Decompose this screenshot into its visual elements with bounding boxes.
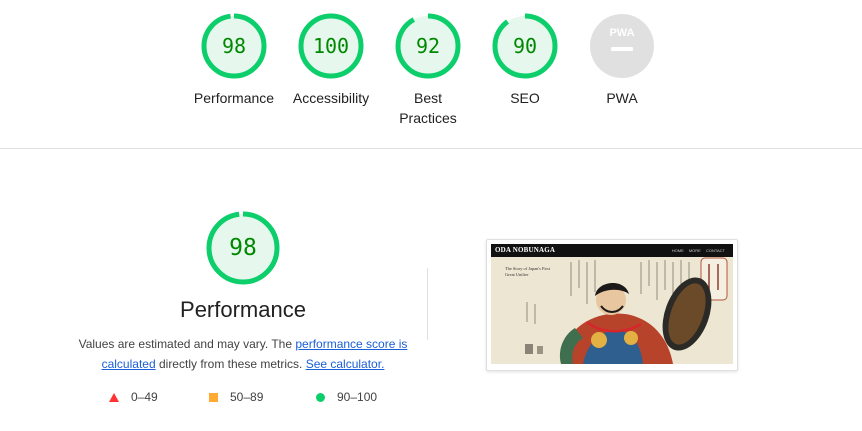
legend-range: 90–100 (337, 390, 378, 404)
performance-section: 98 Performance Values are estimated and … (68, 210, 418, 374)
desc-text: directly from these metrics. (155, 357, 306, 371)
gauge-accessibility[interactable]: 100 Accessibility (281, 12, 381, 108)
legend-item-average: 50–89 (209, 389, 263, 405)
final-screenshot[interactable]: ODA NOBUNAGA HOME MORE CONTACT The Story… (486, 239, 738, 371)
see-calculator-link[interactable]: See calculator. (306, 357, 385, 371)
triangle-icon (109, 393, 119, 403)
legend-range: 0–49 (131, 390, 158, 404)
legend-range: 50–89 (230, 390, 264, 404)
gauge-score: 98 (221, 34, 247, 58)
pwa-badge-text: PWA (609, 27, 634, 39)
performance-gauge: 98 (205, 210, 281, 286)
gauge-seo[interactable]: 90 SEO (475, 12, 575, 108)
performance-title: Performance (180, 297, 306, 322)
square-icon (209, 393, 218, 403)
gauge-performance[interactable]: 98 Performance (184, 12, 284, 108)
gauge-best-practices[interactable]: 92 Best Practices (378, 12, 478, 128)
screenshot-tagline: The Story of Japan's First Great Unifier (505, 266, 550, 277)
gauge-score: 90 (512, 34, 538, 58)
gauge-label: SEO (510, 90, 540, 106)
legend-item-pass: 90–100 (316, 389, 377, 405)
screenshot-navbar: ODA NOBUNAGA HOME MORE CONTACT (491, 244, 733, 257)
category-gauges: 98 Performance 100 Accessibility 92 Best… (0, 12, 862, 142)
gauge-label: Performance (193, 90, 275, 106)
score-legend: 0–49 50–89 90–100 (100, 389, 420, 405)
gauge-pwa[interactable]: PWA PWA (572, 12, 672, 108)
ukiyo-e-illustration-icon (491, 244, 733, 364)
pwa-badge-icon: PWA (590, 14, 654, 78)
performance-description: Values are estimated and may vary. The p… (68, 334, 418, 374)
vertical-divider (427, 268, 428, 340)
gauge-label: Best Practices (399, 90, 457, 126)
gauge-label: PWA (606, 90, 638, 106)
desc-text: Values are estimated and may vary. The (78, 337, 296, 351)
gauge-score: 92 (415, 34, 441, 58)
gauge-score: 100 (312, 34, 350, 58)
screenshot-image: ODA NOBUNAGA HOME MORE CONTACT The Story… (491, 244, 733, 364)
screenshot-nav: HOME MORE CONTACT (671, 248, 725, 253)
section-divider (0, 148, 862, 149)
circle-icon (316, 393, 325, 403)
legend-item-fail: 0–49 (109, 389, 158, 405)
screenshot-brand: ODA NOBUNAGA (495, 246, 556, 254)
gauge-label: Accessibility (292, 90, 370, 106)
performance-score: 98 (229, 235, 257, 261)
